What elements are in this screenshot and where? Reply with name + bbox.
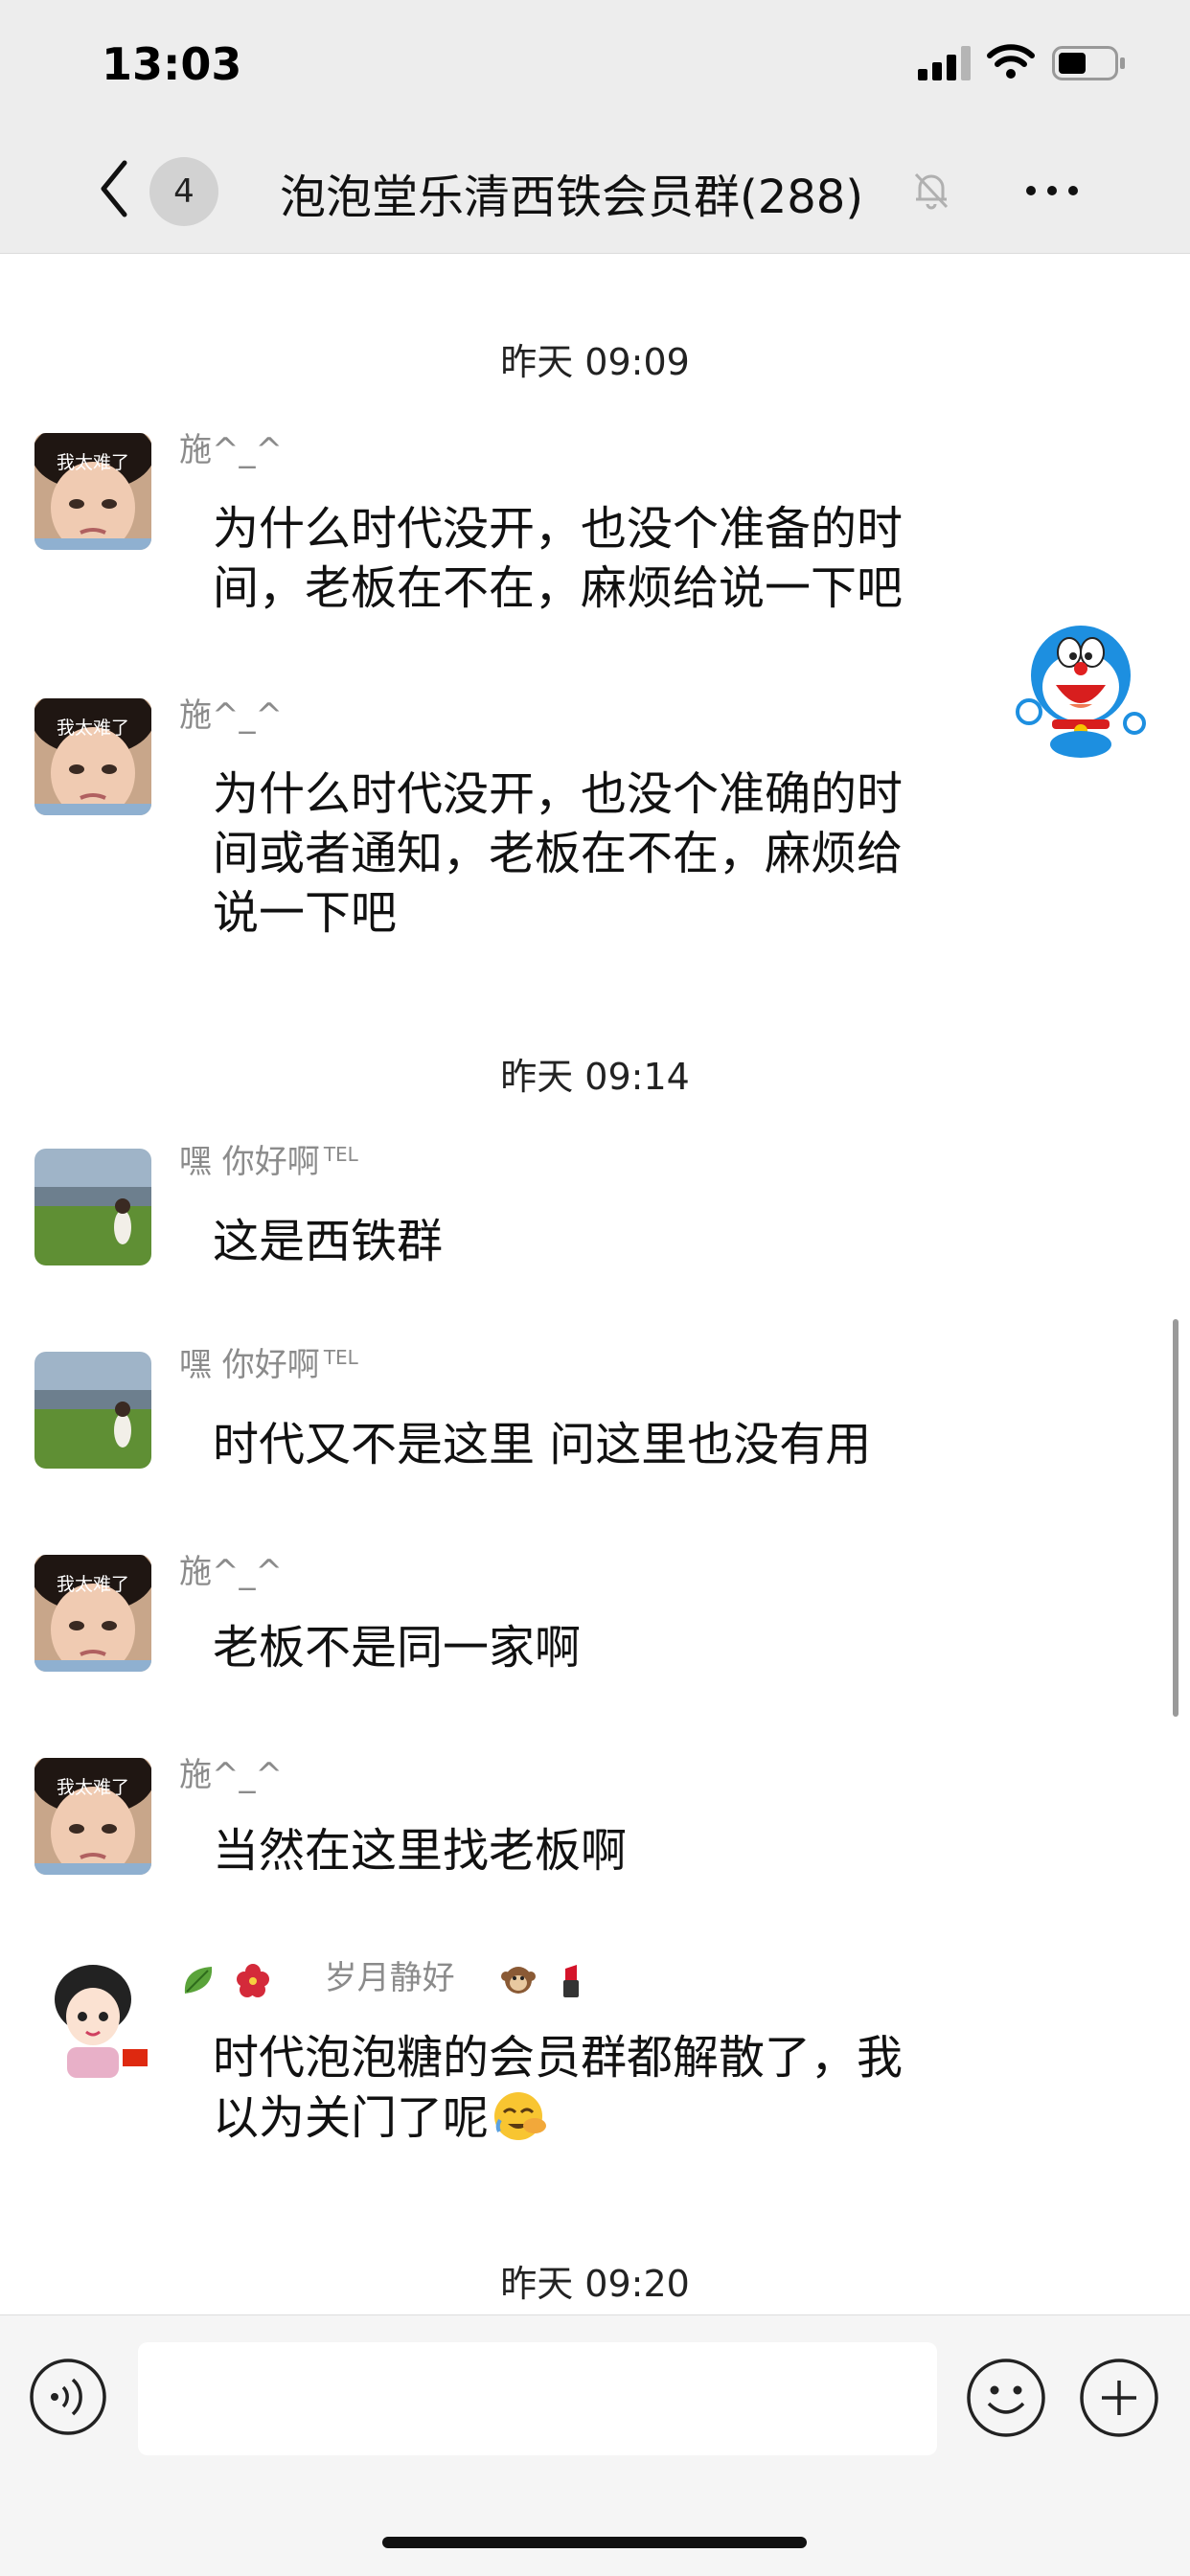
back-button[interactable] <box>96 157 134 220</box>
input-bar <box>0 2314 1190 2576</box>
avatar-caption: 我太难了 <box>56 452 129 473</box>
tel-tag: TEL <box>323 1142 358 1166</box>
message-line: 为什么时代没开，也没个准确的时 <box>213 767 904 821</box>
emoji-button[interactable] <box>966 2358 1046 2438</box>
unread-count-badge[interactable]: 4 <box>149 157 218 226</box>
avatar[interactable]: 我太难了 <box>34 1758 151 1875</box>
message-line: 说一下吧 <box>213 886 398 940</box>
message-text[interactable]: 这是西铁群 <box>213 1212 979 1271</box>
message-line: 时代泡泡糖的会员群都解散了，我 <box>213 2031 904 2085</box>
message-text[interactable]: 当然在这里找老板啊 <box>213 1821 979 1881</box>
sender-name: 施^_^ <box>179 696 283 735</box>
more-button[interactable] <box>1023 176 1081 205</box>
timestamp: 昨天 09:14 <box>500 1056 690 1098</box>
avatar-caption: 我太难了 <box>56 718 129 739</box>
message-text[interactable]: 时代泡泡糖的会员群都解散了，我 以为关门了呢 <box>213 2028 979 2148</box>
monkey-icon <box>501 1966 537 1994</box>
wifi-icon <box>987 44 1035 79</box>
sender-name: 施^_^ <box>179 1553 283 1591</box>
avatar[interactable]: 我太难了 <box>34 1555 151 1672</box>
lipstick-icon <box>563 1964 580 1997</box>
sender-name: 施^_^ <box>179 1756 283 1794</box>
message-line: 间，老板在不在，麻烦给说一下吧 <box>213 561 904 615</box>
message-line: 以为关门了呢 <box>213 2087 979 2148</box>
bell-off-icon <box>914 172 949 210</box>
avatar-caption: 我太难了 <box>56 1574 129 1595</box>
message-text[interactable]: 时代又不是这里 问这里也没有用 <box>213 1415 979 1474</box>
avatar-caption: 我太难了 <box>56 1777 129 1798</box>
plus-button[interactable] <box>1079 2358 1159 2438</box>
leaf-icon <box>184 1966 213 1994</box>
chat-area[interactable]: 昨天 09:09 我太难了 施^_^ 为什么时代没开，也没个准备的时 间，老板在… <box>0 254 1190 2314</box>
status-time: 13:03 <box>102 38 242 90</box>
message-text[interactable]: 为什么时代没开，也没个准确的时 间或者通知，老板在不在，麻烦给 说一下吧 <box>213 764 979 943</box>
avatar[interactable] <box>34 1961 151 2078</box>
hibiscus-icon <box>236 1963 269 1997</box>
chat-title: 泡泡堂乐清西铁会员群(288) <box>280 171 864 224</box>
message-line: 间或者通知，老板在不在，麻烦给 <box>213 827 904 880</box>
facepalm-emoji-icon <box>494 2092 547 2140</box>
avatar[interactable] <box>34 1352 151 1469</box>
avatar[interactable]: 我太难了 <box>34 698 151 815</box>
sender-name: 嘿 你好啊 TEL <box>179 1142 358 1181</box>
timestamp: 昨天 09:09 <box>500 341 690 383</box>
top-bar: 13:03 4 泡泡堂乐清西铁会员群(288) <box>0 0 1190 254</box>
home-indicator[interactable] <box>382 2537 807 2548</box>
timestamp: 昨天 09:20 <box>500 2263 690 2305</box>
avatar[interactable]: 我太难了 <box>34 433 151 550</box>
message-line: 为什么时代没开，也没个准备的时 <box>213 502 904 556</box>
voice-button[interactable] <box>29 2358 107 2436</box>
sender-name: 施^_^ <box>179 431 283 469</box>
signal-icon <box>918 46 971 80</box>
sender-name: 岁月静好 <box>179 1951 590 1999</box>
avatar[interactable] <box>34 1149 151 1265</box>
message-text[interactable]: 老板不是同一家啊 <box>213 1618 979 1677</box>
scrollbar[interactable] <box>1173 1319 1179 1717</box>
sender-name: 嘿 你好啊 TEL <box>179 1345 358 1384</box>
tel-tag: TEL <box>323 1345 358 1369</box>
message-text[interactable]: 为什么时代没开，也没个准备的时 间，老板在不在，麻烦给说一下吧 <box>213 499 979 618</box>
doraemon-sticker[interactable] <box>1014 616 1148 760</box>
message-input[interactable] <box>138 2342 937 2455</box>
battery-icon <box>1052 46 1125 80</box>
